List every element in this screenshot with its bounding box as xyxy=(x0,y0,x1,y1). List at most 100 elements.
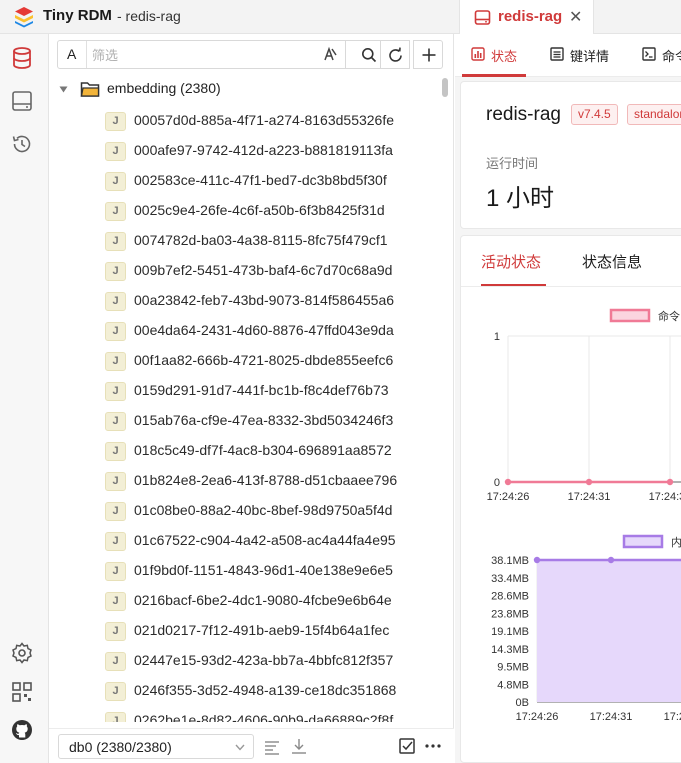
key-type-badge: J xyxy=(105,112,126,131)
version-tag: v7.4.5 xyxy=(571,104,618,125)
key-item[interactable]: J 0074782d-ba03-4a38-8115-8fc75f479cf1 xyxy=(49,226,444,256)
key-item[interactable]: J 015ab76a-cf9e-47ea-8332-3bd5034246f3 xyxy=(49,406,444,436)
server-icon[interactable] xyxy=(10,89,34,113)
download-icon[interactable] xyxy=(290,737,308,755)
key-item[interactable]: J 0025c9e4-26fe-4c6f-a50b-6f3b8425f31d xyxy=(49,196,444,226)
key-name: 01f9bd0f-1151-4843-96d1-40e138e9e6e5 xyxy=(134,562,393,578)
key-name: 00e4da64-2431-4d60-8876-47ffd043e9da xyxy=(134,322,394,338)
key-type-badge: J xyxy=(105,352,126,371)
key-type-badge: J xyxy=(105,142,126,161)
key-tree: embedding (2380) J 00057d0d-885a-4f71-a27… xyxy=(49,76,454,722)
legend-swatch xyxy=(622,534,664,549)
tab-status-label: 状态 xyxy=(491,49,518,64)
more-icon[interactable] xyxy=(425,744,441,748)
reload-button[interactable] xyxy=(380,40,410,69)
scrollbar-thumb[interactable] xyxy=(442,78,448,97)
sort-list-icon[interactable] xyxy=(263,738,281,756)
key-name: 0074782d-ba03-4a38-8115-8fc75f479cf1 xyxy=(134,232,388,248)
key-item[interactable]: J 0262be1e-8d82-4606-90b9-da66889c2f8f xyxy=(49,706,444,722)
key-item[interactable]: J 0216bacf-6be2-4dc1-9080-4fcbe9e6b64e xyxy=(49,586,444,616)
key-item[interactable]: J 0246f355-3d52-4948-a139-ce18dc351868 xyxy=(49,676,444,706)
connection-tab[interactable]: redis-rag ✕ xyxy=(459,0,594,35)
github-icon[interactable] xyxy=(10,718,34,742)
key-item[interactable]: J 00a23842-feb7-43bd-9073-814f586455a6 xyxy=(49,286,444,316)
uptime-label: 运行时间 xyxy=(486,156,539,171)
key-name: 00f1aa82-666b-4721-8025-dbde855eefc6 xyxy=(134,352,394,368)
tab-status[interactable]: 状态 xyxy=(471,46,517,65)
uptime-value: 1 小时 xyxy=(486,185,555,212)
x-tick-label: 17:24:31 xyxy=(590,711,633,723)
clear-format-icon[interactable] xyxy=(323,46,337,62)
key-item[interactable]: J 009b7ef2-5451-473b-baf4-6c7d70c68a9d xyxy=(49,256,444,286)
activity-card: 活动状态 状态信息 命令 0 1 17:24:26 17:24:31 17:24:36 内… xyxy=(460,235,681,763)
close-tab-icon[interactable]: ✕ xyxy=(569,7,582,27)
key-item[interactable]: J 01c67522-c904-4a42-a508-ac4a44fa4e95 xyxy=(49,526,444,556)
key-name: 002583ce-411c-47f1-bed7-dc3b8bd5f30f xyxy=(134,172,387,188)
key-type-badge: J xyxy=(105,262,126,281)
filter-type-toggle[interactable]: A xyxy=(67,46,76,62)
tab-key-detail-label: 键详情 xyxy=(570,49,610,64)
key-item[interactable]: J 02447e15-93d2-423a-bb7a-4bbfc812f357 xyxy=(49,646,444,676)
key-item[interactable]: J 0159d291-91d7-441f-bc1b-f8c4def76b73 xyxy=(49,376,444,406)
refresh-icon xyxy=(389,47,402,62)
server-icon xyxy=(474,10,491,25)
key-item[interactable]: J 021d0217-7f12-491b-aeb9-15f4b64a1fec xyxy=(49,616,444,646)
key-type-badge: J xyxy=(105,322,126,341)
chevron-down-icon xyxy=(235,744,245,751)
group-label: embedding (2380) xyxy=(107,80,221,96)
key-item[interactable]: J 01b824e8-2ea6-413f-8788-d51cbaaee796 xyxy=(49,466,444,496)
data-point xyxy=(504,478,512,486)
y-tick-label: 19.1MB xyxy=(491,626,529,638)
key-item[interactable]: J 01c08be0-88a2-40bc-8bef-98d9750a5f4d xyxy=(49,496,444,526)
server-panel: 状态 键详情 命令 redis-rag v7.4.5 standalone 运行… xyxy=(455,34,681,763)
caret-down-icon[interactable] xyxy=(59,86,68,93)
bar-chart-icon xyxy=(471,47,485,61)
data-point xyxy=(607,556,615,564)
key-item[interactable]: J 000afe97-9742-412d-a223-b881819113fa xyxy=(49,136,444,166)
tab-status-info[interactable]: 状态信息 xyxy=(582,251,642,272)
key-item[interactable]: J 00e4da64-2431-4d60-8876-47ffd043e9da xyxy=(49,316,444,346)
memory-chart: 内存 0B 4.8MB 9.5MB 14.3MB 19.1MB 23.8MB 28.6MB 33… xyxy=(491,534,681,723)
key-name: 0216bacf-6be2-4dc1-9080-4fcbe9e6b64e xyxy=(134,592,392,608)
key-item[interactable]: J 00f1aa82-666b-4721-8025-dbde855eefc6 xyxy=(49,346,444,376)
data-point xyxy=(585,478,593,486)
y-tick-label: 4.8MB xyxy=(497,679,529,691)
key-item[interactable]: J 002583ce-411c-47f1-bed7-dc3b8bd5f30f xyxy=(49,166,444,196)
key-name: 02447e15-93d2-423a-bb7a-4bbfc812f357 xyxy=(134,652,394,668)
key-item[interactable]: J 01f9bd0f-1151-4843-96d1-40e138e9e6e5 xyxy=(49,556,444,586)
key-name: 00a23842-feb7-43bd-9073-814f586455a6 xyxy=(134,292,395,308)
key-name: 009b7ef2-5451-473b-baf4-6c7d70c68a9d xyxy=(134,262,393,278)
key-type-badge: J xyxy=(105,592,126,611)
tab-command[interactable]: 命令 xyxy=(642,46,681,65)
y-tick-label: 33.4MB xyxy=(491,573,529,585)
history-icon[interactable] xyxy=(10,132,34,156)
check-square-icon[interactable] xyxy=(398,737,416,755)
x-tick-label: 17:24:36 xyxy=(664,711,681,723)
legend-label: 内存 xyxy=(671,535,681,549)
filter-input[interactable] xyxy=(92,45,322,65)
app-logo-icon xyxy=(15,7,33,28)
data-point xyxy=(666,478,674,486)
key-type-badge: J xyxy=(105,172,126,191)
grid-icon[interactable] xyxy=(10,680,34,704)
nav-rail xyxy=(0,34,49,763)
key-type-badge: J xyxy=(105,292,126,311)
terminal-icon xyxy=(642,47,656,61)
settings-icon[interactable] xyxy=(10,641,34,665)
key-item[interactable]: J 018c5c49-df7f-4ac8-b304-696891aa8572 xyxy=(49,436,444,466)
key-name: 01c08be0-88a2-40bc-8bef-98d9750a5f4d xyxy=(134,502,393,518)
tab-key-detail[interactable]: 键详情 xyxy=(550,46,609,65)
database-select[interactable]: db0 (2380/2380) xyxy=(58,734,254,759)
tab-command-label: 命令 xyxy=(662,49,681,64)
server-tabs: 状态 键详情 命令 xyxy=(455,34,681,77)
add-key-button[interactable] xyxy=(413,40,443,69)
key-type-badge: J xyxy=(105,202,126,221)
key-browser: A 筛选 embedding (2380) J 00057d0d-885a-4f… xyxy=(49,34,454,763)
key-type-badge: J xyxy=(105,442,126,461)
tab-activity[interactable]: 活动状态 xyxy=(481,251,541,272)
database-icon[interactable] xyxy=(10,46,34,70)
x-tick-label: 17:24:31 xyxy=(568,491,611,503)
key-name: 000afe97-9742-412d-a223-b881819113fa xyxy=(134,142,393,158)
key-item[interactable]: J 00057d0d-885a-4f71-a274-8163d55326fe xyxy=(49,106,444,136)
tree-group-embedding[interactable]: embedding (2380) xyxy=(49,76,444,104)
